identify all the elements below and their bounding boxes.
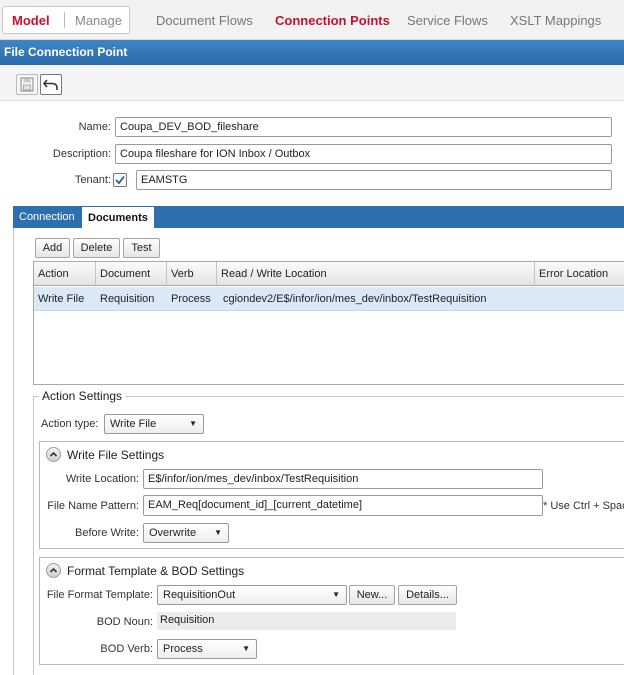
bod-noun-label: BOD Noun: (96, 616, 153, 628)
undo-icon (42, 79, 58, 90)
bod-verb-select[interactable]: Process ▼ (157, 639, 257, 659)
save-button[interactable] (16, 74, 38, 95)
chevron-down-icon: ▼ (242, 644, 250, 653)
nav-service-flows[interactable]: Service Flows (407, 13, 488, 28)
cell-location: cgiondev2/E$/infor/ion/mes_dev/inbox/Tes… (223, 293, 487, 305)
nav-connection-points[interactable]: Connection Points (275, 13, 390, 28)
nav-document-flows[interactable]: Document Flows (156, 13, 253, 28)
format-template-title: Format Template & BOD Settings (67, 564, 245, 578)
action-type-label: Action type: (41, 418, 99, 430)
before-write-value: Overwrite (149, 527, 197, 539)
model-tab[interactable]: Model (12, 13, 50, 28)
column-header-location[interactable]: Read / Write Location (217, 262, 535, 286)
save-icon (20, 77, 34, 92)
page-title: File Connection Point (0, 40, 624, 65)
collapse-write-file-button[interactable] (46, 447, 61, 462)
file-name-pattern-field[interactable]: EAM_Req[document_id]_[current_datetime] (143, 495, 543, 516)
chevron-up-icon (49, 567, 58, 573)
nav-xslt-mappings[interactable]: XSLT Mappings (510, 13, 601, 28)
tenant-checkbox[interactable] (113, 173, 127, 187)
collapse-format-template-button[interactable] (46, 563, 61, 578)
description-field[interactable]: Coupa fileshare for ION Inbox / Outbox (115, 144, 612, 164)
file-format-template-value: RequisitionOut (163, 589, 236, 601)
top-navigation: Model Manage Document Flows Connection P… (0, 0, 624, 40)
action-settings-legend: Action Settings (39, 389, 126, 403)
table-row[interactable]: Write File Requisition Process cgiondev2… (34, 287, 624, 311)
column-header-document[interactable]: Document (96, 262, 167, 286)
column-header-action[interactable]: Action (34, 262, 96, 286)
add-button[interactable]: Add (35, 238, 70, 258)
divider (64, 12, 65, 28)
tab-documents[interactable]: Documents (81, 206, 155, 228)
name-field[interactable]: Coupa_DEV_BOD_fileshare (115, 117, 612, 137)
action-type-value: Write File (110, 418, 157, 430)
table-header: Action Document Verb Read / Write Locati… (34, 262, 624, 286)
before-write-select[interactable]: Overwrite ▼ (143, 523, 229, 543)
description-label: Description: (52, 148, 111, 160)
chevron-down-icon: ▼ (214, 528, 222, 537)
chevron-down-icon: ▼ (189, 419, 197, 428)
cell-verb: Process (171, 293, 211, 305)
file-format-template-label: File Format Template: (46, 589, 153, 601)
action-type-select[interactable]: Write File ▼ (104, 414, 204, 434)
write-location-label: Write Location: (65, 473, 139, 485)
delete-button[interactable]: Delete (73, 238, 120, 258)
manage-tab[interactable]: Manage (75, 13, 122, 28)
template-details-button[interactable]: Details... (398, 585, 457, 605)
chevron-down-icon: ▼ (332, 590, 340, 599)
column-header-verb[interactable]: Verb (167, 262, 217, 286)
tab-connection[interactable]: Connection (13, 206, 81, 228)
write-file-settings-title: Write File Settings (67, 448, 165, 462)
file-format-template-select[interactable]: RequisitionOut ▼ (157, 585, 347, 605)
tenant-field[interactable]: EAMSTG (136, 170, 612, 190)
bod-noun-value: Requisition (157, 612, 456, 630)
test-button[interactable]: Test (123, 238, 160, 258)
name-label: Name: (78, 121, 111, 133)
before-write-label: Before Write: (75, 527, 139, 539)
undo-button[interactable] (40, 74, 62, 95)
model-manage-switch: Model Manage (2, 6, 130, 34)
cell-error-location (535, 287, 539, 311)
chevron-up-icon (49, 451, 58, 457)
cell-document: Requisition (100, 293, 155, 305)
toolbar (0, 65, 624, 101)
tab-bar: Connection Documents (13, 206, 624, 228)
column-header-error-location[interactable]: Error Location (535, 262, 624, 286)
bod-verb-label: BOD Verb: (100, 643, 153, 655)
cell-action: Write File (38, 293, 85, 305)
new-template-button[interactable]: New... (349, 585, 395, 605)
pattern-hint: * Use Ctrl + Spac (543, 500, 624, 512)
checkmark-icon (115, 175, 125, 185)
documents-table: Action Document Verb Read / Write Locati… (33, 261, 624, 385)
tenant-label: Tenant: (74, 174, 111, 186)
write-location-field[interactable]: E$/infor/ion/mes_dev/inbox/TestRequisiti… (143, 469, 543, 489)
file-name-pattern-label: File Name Pattern: (47, 500, 139, 512)
bod-verb-value: Process (163, 643, 203, 655)
